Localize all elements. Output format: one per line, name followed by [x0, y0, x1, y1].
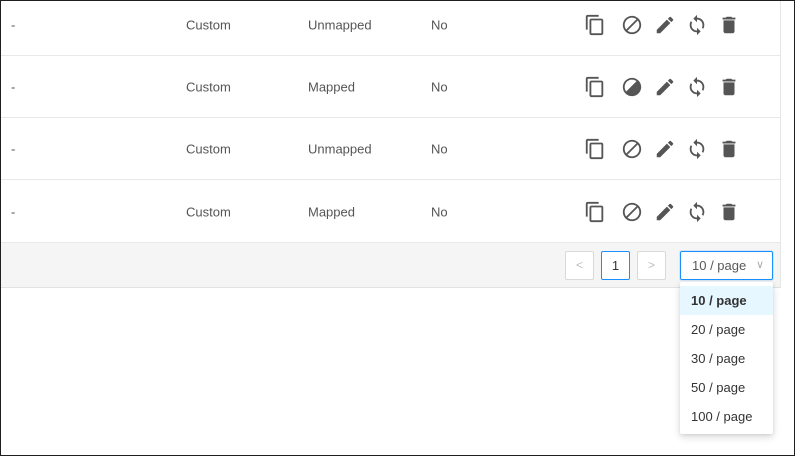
app-frame: - Custom Unmapped No - Custom Mapped No: [0, 0, 795, 456]
page-1-button[interactable]: 1: [601, 251, 630, 280]
edit-icon[interactable]: [654, 138, 676, 160]
sync-icon[interactable]: [686, 14, 708, 36]
prev-page-button[interactable]: <: [565, 251, 594, 280]
delete-icon[interactable]: [718, 201, 740, 223]
default-cell: No: [431, 141, 448, 156]
delete-icon[interactable]: [718, 138, 740, 160]
copy-icon[interactable]: [584, 201, 606, 223]
block-icon[interactable]: [621, 138, 643, 160]
copy-icon[interactable]: [584, 14, 606, 36]
page-size-value: 10 / page: [692, 258, 747, 273]
next-page-button[interactable]: >: [637, 251, 666, 280]
type-cell: Custom: [186, 204, 231, 219]
table-row: - Custom Unmapped No: [1, 118, 780, 180]
sync-icon[interactable]: [686, 201, 708, 223]
table-row: - Custom Mapped No: [1, 181, 780, 243]
block-icon[interactable]: [621, 76, 643, 98]
table-row: - Custom Mapped No: [1, 56, 780, 118]
page-size-option-50[interactable]: 50 / page: [680, 373, 773, 402]
mapping-cell: Mapped: [308, 204, 355, 219]
default-cell: No: [431, 204, 448, 219]
page-size-select[interactable]: 10 / page ∨: [680, 251, 773, 280]
default-cell: No: [431, 79, 448, 94]
mapping-cell: Unmapped: [308, 141, 372, 156]
edit-icon[interactable]: [654, 76, 676, 98]
name-cell: -: [11, 141, 16, 156]
row-actions: [584, 138, 744, 160]
delete-icon[interactable]: [718, 76, 740, 98]
type-cell: Custom: [186, 17, 231, 32]
edit-icon[interactable]: [654, 14, 676, 36]
row-actions: [584, 201, 744, 223]
row-actions: [584, 14, 744, 36]
fields-table: - Custom Unmapped No - Custom Mapped No: [1, 1, 781, 288]
page-size-option-100[interactable]: 100 / page: [680, 402, 773, 431]
pagination-bar: < 1 > 10 / page ∨: [1, 243, 780, 287]
sync-icon[interactable]: [686, 76, 708, 98]
page-size-option-30[interactable]: 30 / page: [680, 344, 773, 373]
chevron-down-icon: ∨: [755, 259, 764, 271]
page-size-option-20[interactable]: 20 / page: [680, 315, 773, 344]
block-icon[interactable]: [621, 201, 643, 223]
edit-icon[interactable]: [654, 201, 676, 223]
delete-icon[interactable]: [718, 14, 740, 36]
type-cell: Custom: [186, 79, 231, 94]
type-cell: Custom: [186, 141, 231, 156]
row-actions: [584, 76, 744, 98]
page-size-option-10[interactable]: 10 / page: [680, 286, 773, 315]
default-cell: No: [431, 17, 448, 32]
page-size-dropdown: 10 / page 20 / page 30 / page 50 / page …: [680, 282, 773, 434]
copy-icon[interactable]: [584, 76, 606, 98]
name-cell: -: [11, 79, 16, 94]
block-icon[interactable]: [621, 14, 643, 36]
name-cell: -: [11, 204, 16, 219]
name-cell: -: [11, 17, 16, 32]
mapping-cell: Mapped: [308, 79, 355, 94]
sync-icon[interactable]: [686, 138, 708, 160]
copy-icon[interactable]: [584, 138, 606, 160]
table-row: - Custom Unmapped No: [1, 1, 780, 56]
mapping-cell: Unmapped: [308, 17, 372, 32]
